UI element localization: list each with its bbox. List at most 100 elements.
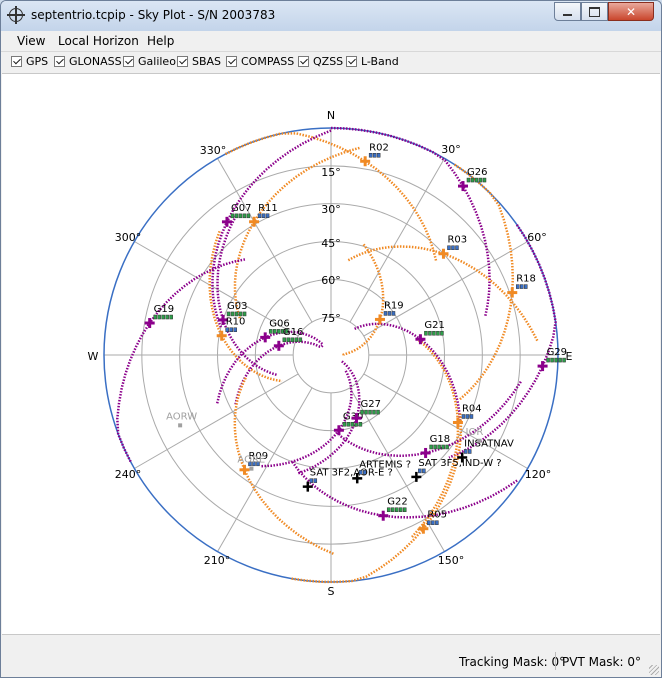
elevation-label-15: 15°	[321, 166, 341, 179]
signal-bar	[445, 444, 449, 450]
sky-plot-area[interactable]: N S E W 30° 60° 120° 150° 210° 240° 300°…	[2, 73, 660, 635]
galileo-checkbox[interactable]	[123, 56, 134, 67]
signal-bar	[257, 213, 262, 219]
elevation-ring	[292, 316, 370, 394]
satellite-marker[interactable]: G21	[415, 320, 445, 345]
l-band-checkbox[interactable]	[346, 56, 357, 67]
maximize-button[interactable]	[581, 2, 608, 21]
menu-local-horizon[interactable]: Local Horizon	[58, 34, 139, 48]
filter-label: GLONASS	[69, 55, 122, 68]
satellite-label: R02	[369, 142, 389, 153]
inactive-sbas-marker[interactable]: AORE	[237, 455, 265, 471]
resize-grip[interactable]	[649, 665, 659, 675]
signal-bar	[440, 330, 444, 336]
elevation-label-45: 45°	[321, 237, 341, 250]
signal-bar	[447, 245, 451, 250]
satellite-marker[interactable]: G19	[144, 304, 174, 329]
signal-bar	[451, 245, 455, 250]
satellite-marker[interactable]: R02	[360, 142, 389, 167]
south-label: S	[328, 585, 335, 598]
satellite-markers: R02G26G07 R11R03R18R19G29G21G03R10 G06G16G…	[144, 142, 567, 534]
inactive-sbas-marker[interactable]: AORW	[166, 411, 197, 428]
elevation-label-30: 30°	[321, 203, 341, 216]
signal-bar	[286, 337, 291, 343]
signal-bar	[427, 520, 431, 525]
signal-bar	[435, 520, 439, 525]
title-bar[interactable]: septentrio.tcpip - Sky Plot - S/N 200378…	[1, 1, 661, 31]
satellite-marker[interactable]: G29	[537, 347, 567, 372]
inactive-marker-square	[178, 423, 183, 428]
azimuth-label-240: 240°	[115, 468, 142, 481]
signal-bar	[346, 422, 351, 427]
signal-bar	[268, 329, 273, 334]
signal-bar	[290, 337, 295, 343]
menu-bar: View Local Horizon Help	[1, 31, 661, 52]
signal-bar	[429, 444, 433, 450]
qzss-checkbox[interactable]	[298, 56, 309, 67]
inactive-sbas-label: IOR	[466, 427, 484, 438]
filter-glonass[interactable]: GLONASS	[54, 55, 122, 68]
signal-bar	[261, 213, 266, 219]
satellite-marker[interactable]: R03	[438, 235, 467, 259]
menu-help[interactable]: Help	[147, 34, 174, 48]
inactive-marker-square	[249, 466, 254, 471]
sbas-label: SAT 3F5,IND-W ?	[418, 458, 501, 469]
signal-bar	[466, 177, 471, 183]
sbas-label: INSATNAV	[464, 438, 514, 449]
satellite-track	[211, 129, 332, 328]
signal-bar	[372, 153, 377, 158]
signal-bar	[515, 284, 520, 289]
satellite-marker[interactable]: G30	[333, 411, 363, 436]
status-bar: Tracking Mask: 0° PVT Mask: 0°	[1, 647, 661, 677]
filter-gps[interactable]: GPS	[11, 55, 48, 68]
satellite-label: R10	[226, 317, 246, 328]
filter-compass[interactable]: COMPASS	[226, 55, 294, 68]
signal-bar	[546, 357, 550, 363]
signal-bar	[418, 468, 422, 474]
signal-bar	[387, 311, 392, 316]
satellite-track	[116, 258, 246, 463]
satellite-marker[interactable]: G22	[378, 497, 408, 521]
filter-label: QZSS	[313, 55, 344, 68]
signal-bar	[372, 409, 376, 415]
gps-checkbox[interactable]	[11, 56, 22, 67]
compass-checkbox[interactable]	[226, 56, 237, 67]
filter-label: L-Band	[361, 55, 399, 68]
sbas-marker[interactable]: SAT 3F5,IND-W ?	[411, 458, 502, 482]
sky-labels: N S E W 30° 60° 120° 150° 210° 240° 300°…	[88, 109, 573, 598]
minimize-button[interactable]	[554, 2, 581, 21]
signal-bar	[242, 213, 247, 219]
menu-view[interactable]: View	[17, 34, 45, 48]
signal-bar	[276, 329, 281, 334]
filter-galileo[interactable]: Galileo	[123, 55, 176, 68]
signal-bar	[424, 330, 428, 336]
signal-bar	[455, 245, 459, 250]
close-button[interactable]: ✕	[608, 2, 654, 21]
filter-sbas[interactable]: SBAS	[177, 55, 221, 68]
signal-bar	[465, 414, 470, 419]
signal-bar	[309, 478, 314, 483]
satellite-marker[interactable]: R18	[507, 274, 536, 298]
signal-bar	[562, 357, 566, 363]
glonass-checkbox[interactable]	[54, 56, 65, 67]
signal-bar	[265, 213, 270, 219]
filter-qzss[interactable]: QZSS	[298, 55, 343, 68]
satellite-marker[interactable]: G07	[221, 203, 251, 227]
signal-bar	[482, 177, 487, 183]
signal-bar	[313, 478, 318, 483]
signal-bar	[294, 337, 299, 343]
signal-bar	[467, 449, 472, 454]
satellite-label: R05	[427, 510, 447, 521]
north-label: N	[327, 109, 335, 122]
sky-plot[interactable]: N S E W 30° 60° 120° 150° 210° 240° 300°…	[2, 74, 660, 634]
satellite-label: G18	[430, 434, 450, 445]
sbas-marker[interactable]: SAT 3F2,AOR-E ?	[302, 468, 393, 492]
signal-bar	[463, 449, 468, 454]
signal-bar	[390, 507, 395, 512]
signal-bar	[437, 444, 441, 450]
filter-l-band[interactable]: L-Band	[346, 55, 399, 68]
sbas-checkbox[interactable]	[177, 56, 188, 67]
signal-bar	[376, 409, 380, 415]
signal-bar	[226, 311, 231, 317]
sky-plot-window: septentrio.tcpip - Sky Plot - S/N 200378…	[0, 0, 662, 678]
